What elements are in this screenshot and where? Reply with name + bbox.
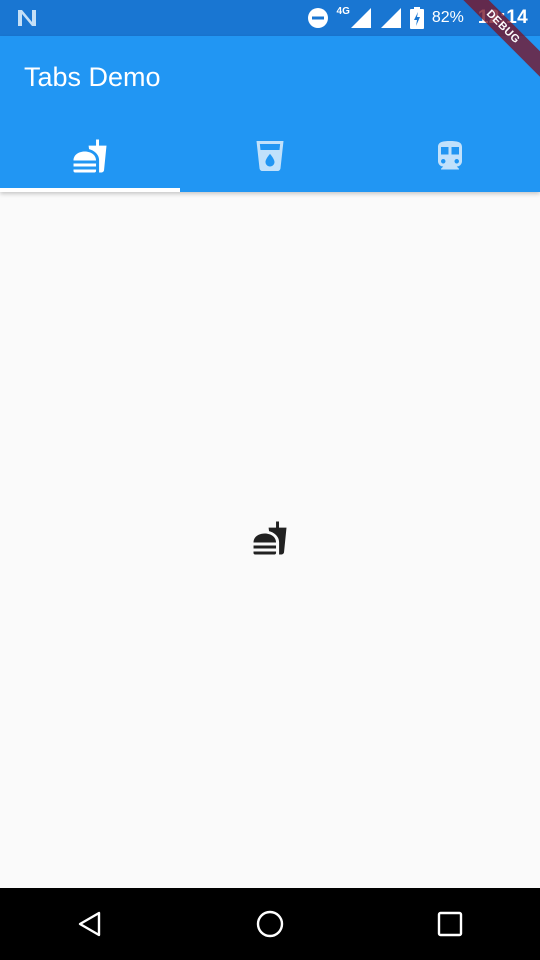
tab-fastfood[interactable] <box>0 120 180 192</box>
fastfood-icon <box>73 139 107 173</box>
back-icon <box>78 911 101 937</box>
local-drink-icon <box>256 141 284 171</box>
tab-content <box>0 192 540 888</box>
cell-signal-icon <box>350 8 371 28</box>
home-button[interactable] <box>180 888 360 960</box>
recents-button[interactable] <box>360 888 540 960</box>
app-title: Tabs Demo <box>24 62 161 92</box>
recents-icon <box>437 911 463 937</box>
tab-subway[interactable] <box>360 120 540 192</box>
status-bar: 4G 82% 12:14 <box>0 0 540 36</box>
wifi-signal-icon <box>380 8 401 28</box>
battery-charging-icon <box>409 7 424 29</box>
app-bar: Tabs Demo <box>0 36 540 192</box>
tab-bar <box>0 120 540 192</box>
back-button[interactable] <box>0 888 180 960</box>
tab-drink[interactable] <box>180 120 360 192</box>
home-icon <box>256 910 284 938</box>
android-n-icon <box>18 10 36 26</box>
fastfood-icon <box>253 521 287 555</box>
network-type-label: 4G <box>336 5 350 17</box>
directions-subway-icon <box>438 141 462 170</box>
battery-percent: 82% <box>431 9 464 26</box>
system-nav-bar <box>0 888 540 960</box>
do-not-disturb-icon <box>307 8 328 28</box>
